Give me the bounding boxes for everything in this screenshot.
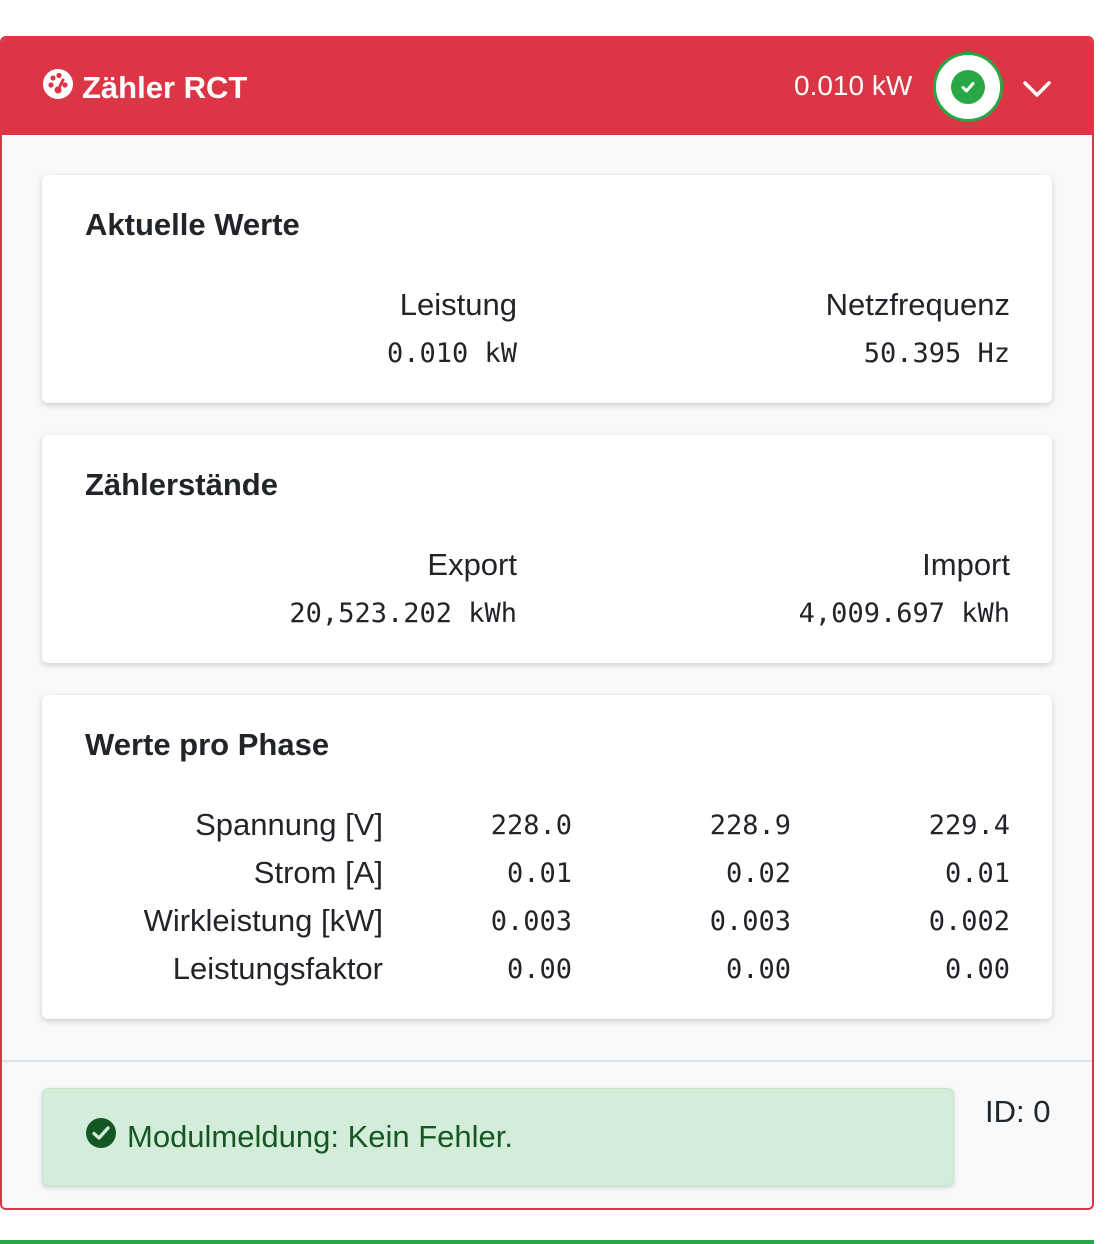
chevron-down-icon[interactable] [1020, 72, 1054, 111]
phase-value-l3: 0.01 [944, 858, 1010, 889]
card-title: Zähler RCT [42, 68, 247, 108]
phase-row-label: Leistungsfaktor [172, 951, 383, 986]
power-value: 0.010 kW [386, 338, 517, 369]
phase-value-l3: 0.00 [944, 954, 1010, 985]
power-label: Leistung [399, 287, 517, 322]
current-values-panel: Aktuelle Werte Leistung 0.010 kW Netzfre… [42, 175, 1052, 403]
phase-value-l3: 0.002 [928, 906, 1010, 937]
phase-value-l1: 0.003 [490, 906, 572, 937]
check-circle-icon [951, 70, 985, 104]
export-label: Export [427, 547, 517, 582]
frequency-label: Netzfrequenz [825, 287, 1010, 322]
next-card-border [0, 1240, 1094, 1244]
import-label: Import [922, 547, 1010, 582]
phase-value-l2: 0.003 [709, 906, 791, 937]
phase-value-l2: 0.02 [725, 858, 791, 889]
check-circle-icon [85, 1117, 117, 1157]
status-indicator [933, 52, 1003, 122]
counters-title: Zählerstände [85, 467, 278, 502]
card-header[interactable]: Zähler RCT 0.010 kW [2, 38, 1092, 135]
card-title-text: Zähler RCT [82, 70, 248, 105]
module-id: ID: 0 [985, 1094, 1051, 1129]
meter-icon [42, 68, 74, 108]
card-footer: Modulmeldung: Kein Fehler. ID: 0 [2, 1060, 1092, 1208]
phase-value-l1: 228.0 [490, 810, 572, 841]
module-message-text: Modulmeldung: Kein Fehler. [127, 1119, 514, 1154]
export-value: 20,523.202 kWh [289, 598, 517, 629]
phases-panel: Werte pro Phase Spannung [V] 228.0 228.9… [42, 695, 1052, 1019]
phases-title: Werte pro Phase [85, 727, 330, 762]
phase-value-l3: 229.4 [928, 810, 1010, 841]
phase-row-label: Wirkleistung [kW] [143, 903, 383, 938]
phase-value-l1: 0.01 [506, 858, 572, 889]
import-value: 4,009.697 kWh [798, 598, 1010, 629]
phase-row-label: Spannung [V] [195, 807, 383, 842]
phase-value-l2: 0.00 [725, 954, 791, 985]
header-power-value: 0.010 kW [794, 70, 913, 101]
counters-panel: Zählerstände Export 20,523.202 kWh Impor… [42, 435, 1052, 663]
module-message-alert: Modulmeldung: Kein Fehler. [42, 1088, 954, 1186]
phase-row-label: Strom [A] [253, 855, 383, 890]
current-values-title: Aktuelle Werte [85, 207, 300, 242]
phase-value-l2: 228.9 [709, 810, 791, 841]
phase-value-l1: 0.00 [506, 954, 572, 985]
meter-card: Zähler RCT 0.010 kW Aktuelle Werte Leist… [0, 36, 1094, 1210]
frequency-value: 50.395 Hz [863, 338, 1010, 369]
